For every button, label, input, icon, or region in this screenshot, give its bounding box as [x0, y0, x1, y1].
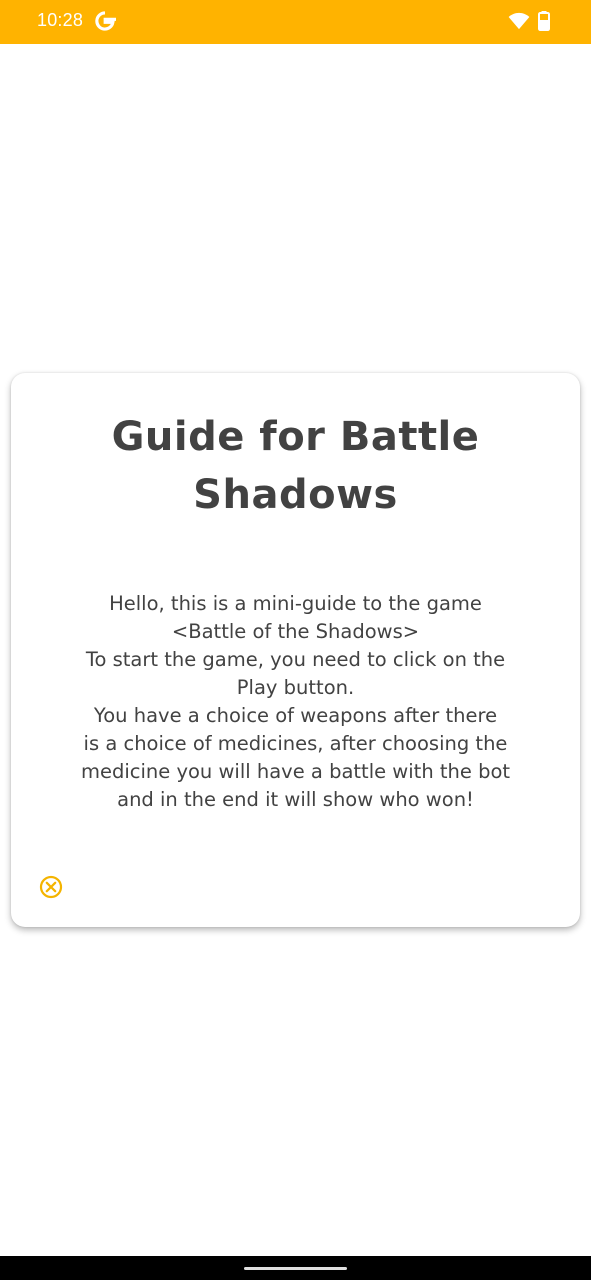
close-icon[interactable] [39, 875, 63, 899]
google-g-icon [95, 11, 116, 31]
wifi-icon [508, 12, 530, 30]
battery-icon [538, 11, 550, 31]
status-time: 10:28 [37, 10, 84, 30]
dialog-title: Guide for Battle Shadows [111, 414, 480, 518]
home-indicator[interactable] [244, 1267, 347, 1270]
guide-dialog: Guide for Battle Shadows Hello, this is … [11, 373, 580, 927]
navigation-bar [0, 1256, 591, 1280]
dialog-body-text: Hello, this is a mini-guide to the game … [80, 592, 511, 811]
status-bar: 10:28 [0, 0, 591, 44]
